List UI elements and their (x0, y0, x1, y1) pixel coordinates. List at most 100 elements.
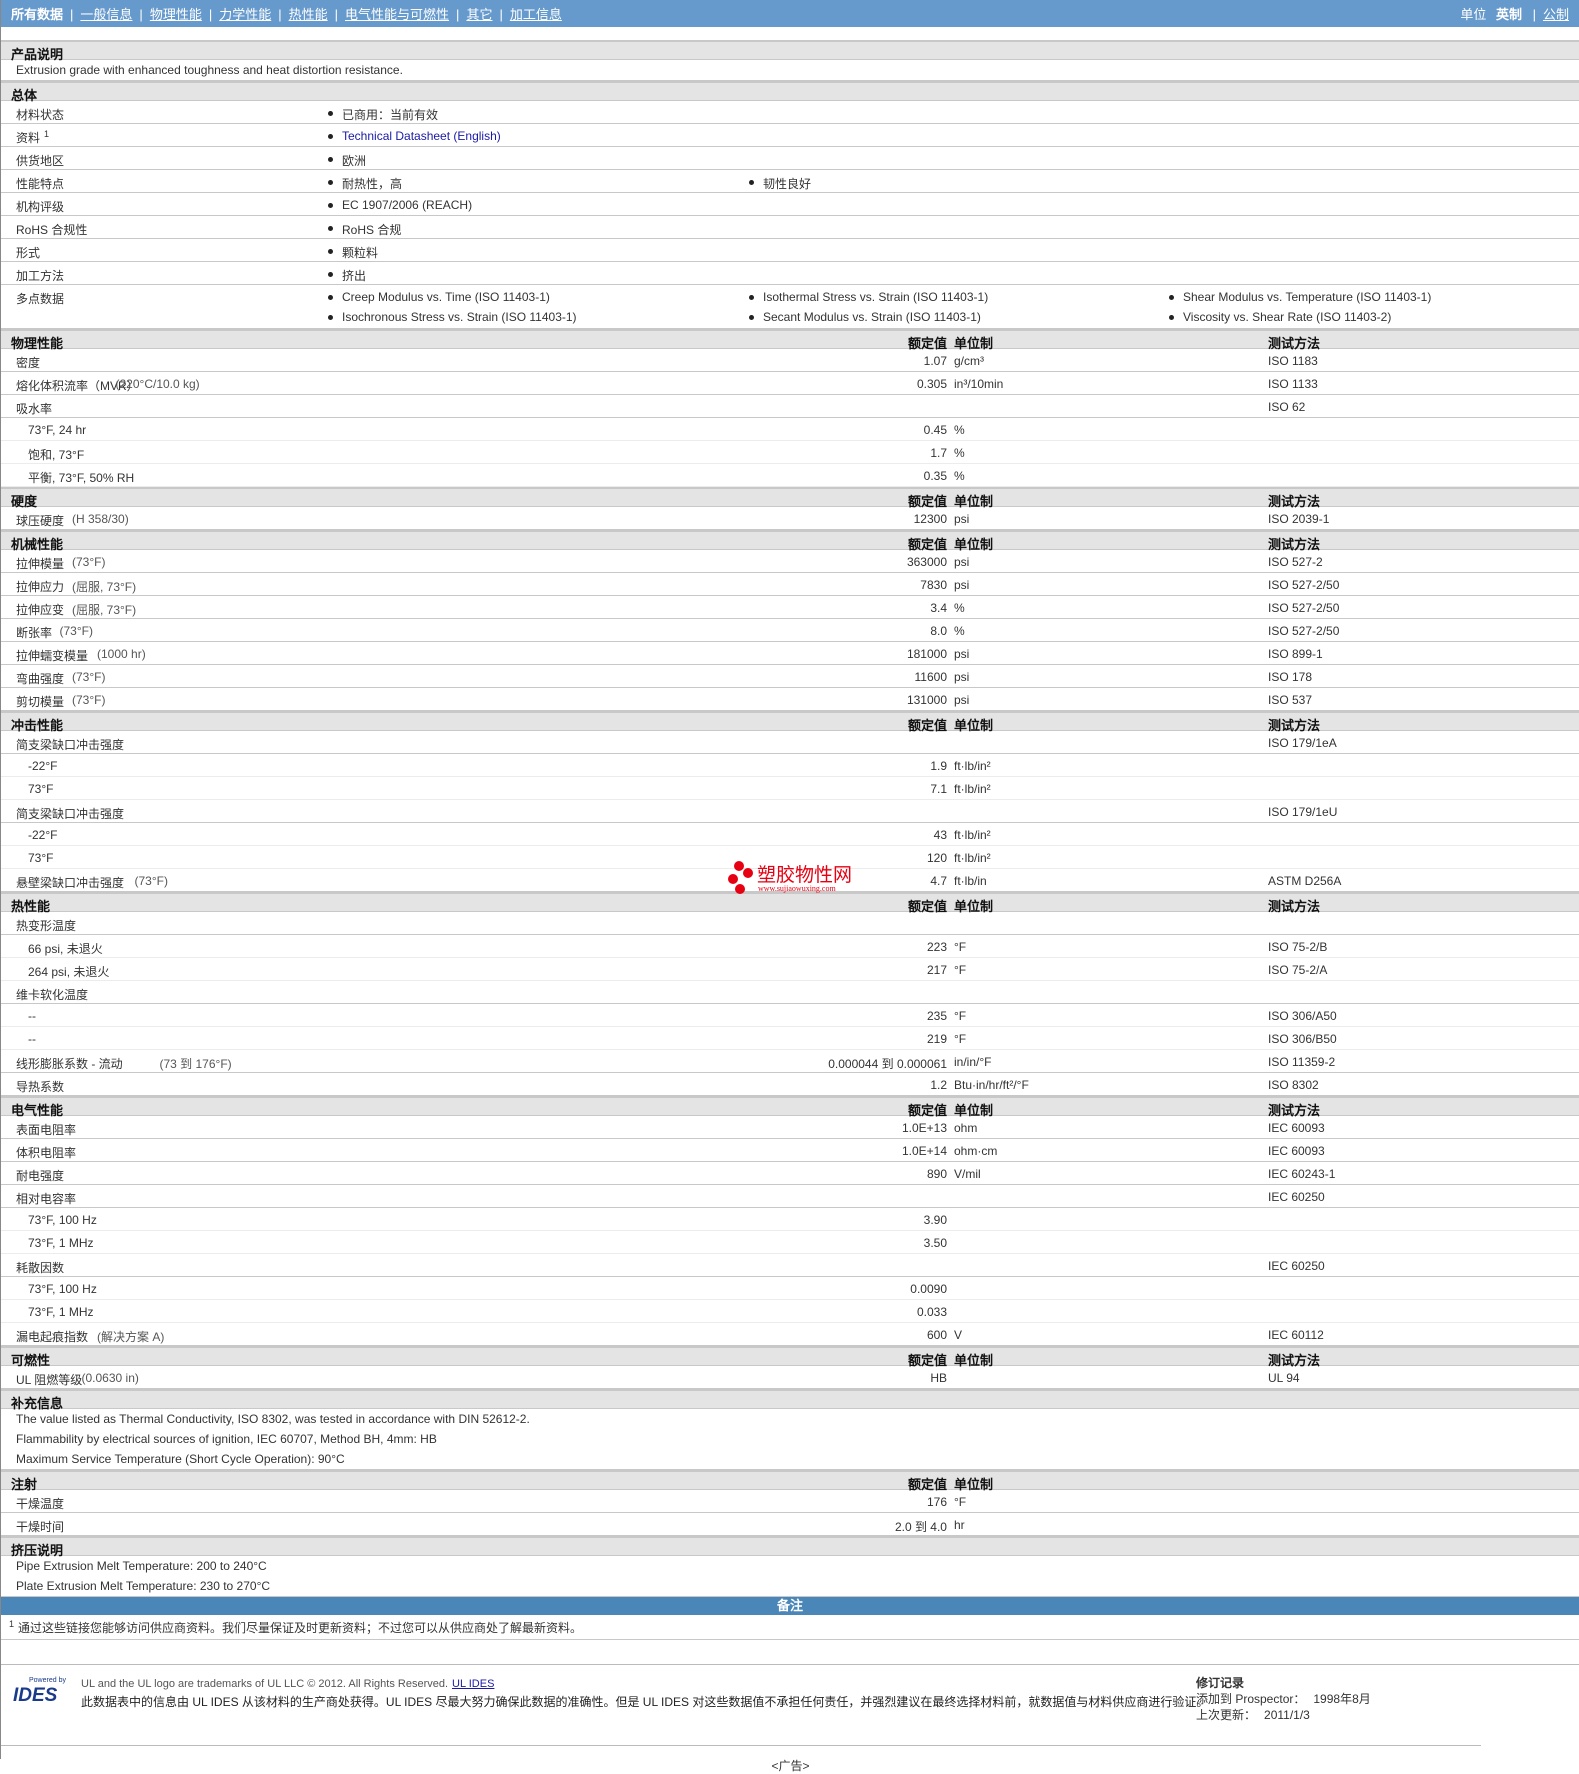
section-4-test-method: ISO 75-2/A (1268, 963, 1328, 977)
section-5-label: 73°F, 1 MHz (28, 1236, 94, 1250)
general-row: 形式 颗粒料 (1, 239, 1579, 262)
nav-item-1[interactable]: 一般信息 (80, 7, 132, 22)
section-3-row: 简支梁缺口冲击强度 ISO 179/1eA (1, 731, 1579, 754)
section-5-label: 相对电容率 (16, 1192, 77, 1206)
section-5-test-method: IEC 60093 (1268, 1121, 1325, 1135)
section-3-unit: ft·lb/in² (954, 851, 991, 865)
ad-label: <广告> (771, 1759, 810, 1773)
section-4-unit: °F (954, 1032, 967, 1046)
section-0-test-method: ISO 1133 (1268, 377, 1318, 391)
section-2-test-method: ISO 537 (1268, 693, 1313, 707)
units-label: 单位 (1460, 7, 1487, 22)
added-value: 1998年8月 (1313, 1692, 1371, 1706)
supplement-text: The value listed as Thermal Conductivity… (16, 1412, 530, 1426)
nav-item-3[interactable]: 力学性能 (219, 7, 271, 22)
section-3-value: 7.1 (930, 782, 947, 796)
general-label-text: 加工方法 (16, 269, 65, 283)
unit-imperial[interactable]: 英制 (1496, 7, 1522, 22)
section-4-label: 维卡软化温度 (16, 988, 89, 1002)
section-2-condition: (屈服, 73°F) (72, 580, 137, 594)
remarks-footnote: 1 通过这些链接您能够访问供应商资料。我们尽量保证及时更新资料；不过您可以从供应商… (1, 1615, 1579, 1640)
section-1-label: 球压硬度 (16, 514, 65, 528)
injection-unit: hr (954, 1518, 965, 1532)
general-label: 机构评级 (16, 198, 64, 215)
section-2-value: 11600 (914, 670, 947, 684)
nav-item-6[interactable]: 其它 (466, 7, 492, 22)
section-2-test-method: ISO 527-2 (1268, 555, 1323, 569)
section-2-value: 7830 (920, 578, 947, 592)
section-4-row: 66 psi, 未退火 223 °F ISO 75-2/B (1, 935, 1579, 958)
section-0-label: 饱和, 73°F (28, 448, 85, 462)
section-4-test-method: ISO 11359-2 (1268, 1055, 1336, 1069)
section-5-value: 0.033 (916, 1305, 947, 1319)
general-row: 性能特点 耐热性，高 韧性良好 (1, 170, 1579, 193)
nav-item-0[interactable]: 所有数据 (11, 7, 63, 22)
section-0-row: 熔化体积流率（MVR） (220°C/10.0 kg) 0.305 in³/10min… (1, 372, 1579, 395)
nav-separator: | (70, 7, 74, 22)
nav-separator: | (334, 7, 339, 22)
general-label-text: 供货地区 (16, 154, 65, 168)
section-0-unit: % (954, 469, 965, 483)
section-4-value: 1.2 (930, 1078, 947, 1092)
product-description-text: Extrusion grade with enhanced toughness … (16, 63, 403, 77)
section-5-row: 耐电强度 890 V/mil IEC 60243-1 (1, 1162, 1579, 1185)
unit-metric-link[interactable]: 公制 (1543, 7, 1569, 22)
section-2-condition: (屈服, 73°F) (72, 603, 137, 617)
section-5-test-method: IEC 60112 (1268, 1328, 1324, 1342)
section-3-label: 简支梁缺口冲击强度 (16, 738, 125, 752)
nav-separator: | (139, 7, 143, 22)
section-2-label: 拉伸蠕变模量 (16, 649, 89, 663)
section-6-test-method: UL 94 (1268, 1371, 1300, 1385)
general-value: 耐热性，高 (326, 175, 402, 192)
general-label-text: 材料状态 (16, 108, 65, 122)
section-2-condition: (1000 hr) (97, 647, 146, 661)
general-value: 已商用：当前有效 (326, 106, 438, 123)
remarks-text: 通过这些链接您能够访问供应商资料。我们尽量保证及时更新资料；不过您可以从供应商处… (18, 1621, 583, 1635)
section-2-label: 剪切模量 (16, 695, 65, 709)
datasheet-link[interactable]: Technical Datasheet (English) (326, 129, 501, 143)
section-2-condition: (73°F) (59, 624, 93, 638)
section-5-label: 体积电阻率 (16, 1146, 77, 1160)
supplement-line: Flammability by electrical sources of ig… (1, 1429, 1579, 1449)
disclaimer: 此数据表中的信息由 UL IDES 从该材料的生产商处获得。UL IDES 尽最… (81, 1695, 1209, 1709)
updated-date: 上次更新： 2011/1/3 (1196, 1707, 1371, 1723)
watermark-name: 塑胶物性网 (757, 865, 853, 886)
section-4-value: 235 (926, 1009, 947, 1023)
footer-divider (1, 1745, 1481, 1746)
section-3-label: 悬壁梁缺口冲击强度 (16, 876, 125, 890)
general-row: 供货地区 欧洲 (1, 147, 1579, 170)
section-5-header: 电气性能 额定值 单位制 测试方法 (1, 1096, 1579, 1118)
remarks-header: 备注 (1, 1597, 1579, 1615)
general-label: 性能特点 (16, 175, 64, 192)
section-2-unit: psi (954, 647, 970, 661)
ul-ides-link[interactable]: UL IDES (452, 1678, 494, 1690)
section-0-label: 密度 (16, 356, 41, 370)
section-1-unit: psi (954, 512, 970, 526)
nav-item-7[interactable]: 加工信息 (510, 7, 562, 22)
section-5-test-method: IEC 60093 (1268, 1144, 1325, 1158)
section-4-label: 热变形温度 (16, 919, 77, 933)
section-2-unit: psi (954, 578, 970, 592)
section-6-value: HB (930, 1371, 947, 1385)
section-5-row: 耗散因数 IEC 60250 (1, 1254, 1579, 1277)
section-2-test-method: ISO 178 (1268, 670, 1313, 684)
section-0-unit: % (954, 446, 965, 460)
nav-item-5[interactable]: 电气性能与可燃性 (345, 7, 449, 22)
supplement-text: Flammability by electrical sources of ig… (16, 1432, 437, 1446)
section-3-test-method: ISO 179/1eA (1268, 736, 1337, 750)
section-2-test-method: ISO 527-2/50 (1268, 578, 1340, 592)
general-row: 加工方法 挤出 (1, 262, 1579, 285)
section-6-condition: (0.0630 in) (81, 1371, 139, 1385)
section-4-label: 66 psi, 未退火 (28, 942, 103, 956)
section-2-test-method: ISO 899-1 (1268, 647, 1323, 661)
section-5-label: 漏电起痕指数 (16, 1330, 89, 1344)
section-4-row: 264 psi, 未退火 217 °F ISO 75-2/A (1, 958, 1579, 981)
top-nav: 所有数据 | 一般信息 | 物理性能 | 力学性能 | 热性能 | 电气性能与可燃性 | 其它 | 加工信息… (1, 0, 1579, 27)
general-value: RoHS 合规 (326, 221, 401, 238)
section-0-row: 吸水率 ISO 62 (1, 395, 1579, 418)
section-4-unit: °F (954, 940, 967, 954)
nav-item-2[interactable]: 物理性能 (150, 7, 202, 22)
nav-item-4[interactable]: 热性能 (289, 7, 328, 22)
updated-label: 上次更新： (1196, 1708, 1257, 1722)
revision-title: 修订记录 (1196, 1676, 1245, 1690)
